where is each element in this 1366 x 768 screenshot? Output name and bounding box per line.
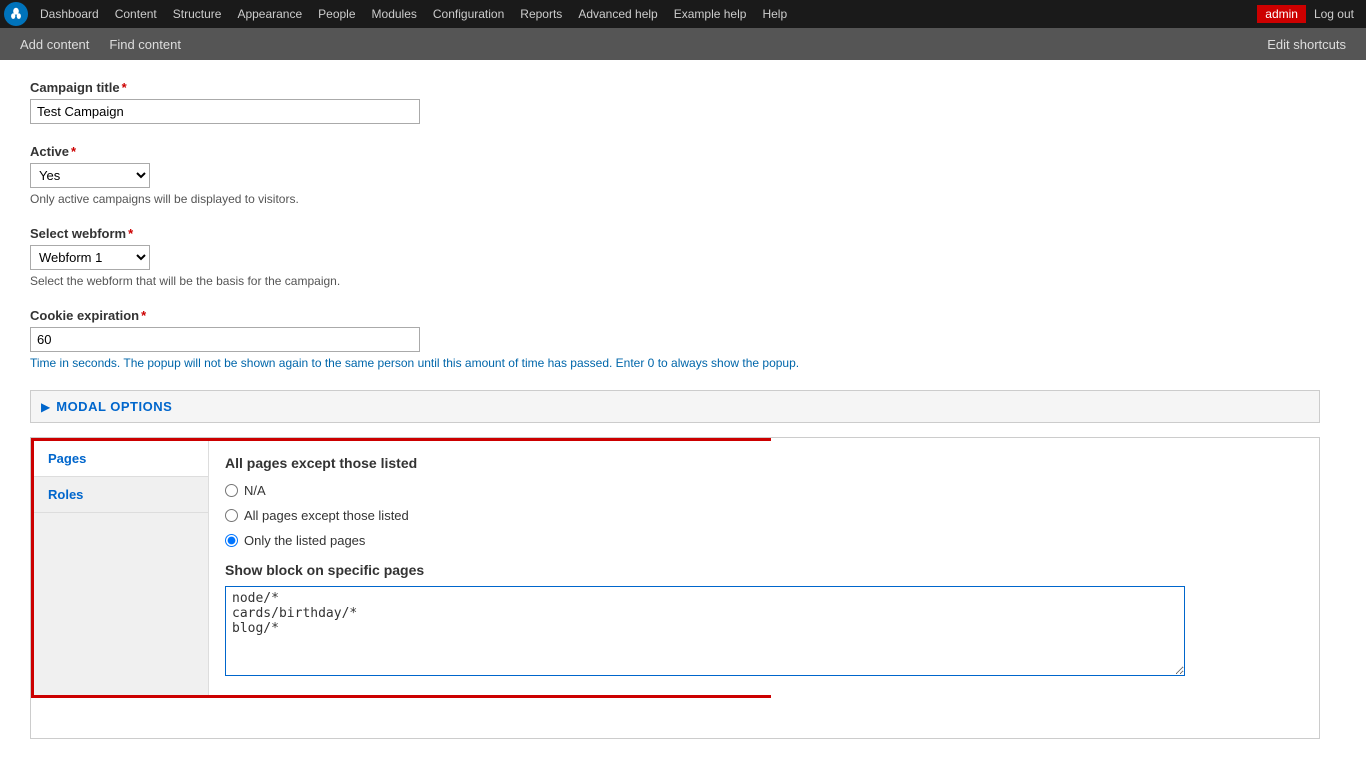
modal-options-title: MODAL OPTIONS <box>56 399 172 414</box>
panel-bottom-space <box>31 698 1319 738</box>
modal-options-header[interactable]: ▶ MODAL OPTIONS <box>31 391 1319 422</box>
campaign-title-group: Campaign title* <box>30 80 1320 124</box>
main-content: Campaign title* Active* Yes No Only acti… <box>0 60 1340 759</box>
radio-row-all-except: All pages except those listed <box>225 508 1185 523</box>
radio-only-listed-label: Only the listed pages <box>244 533 365 548</box>
admin-button[interactable]: admin <box>1257 5 1306 23</box>
nav-item-configuration[interactable]: Configuration <box>425 0 512 28</box>
panel-sidebar: Pages Roles <box>34 441 209 695</box>
nav-item-dashboard[interactable]: Dashboard <box>32 0 107 28</box>
pages-textarea[interactable]: node/* cards/birthday/* blog/* <box>225 586 1185 676</box>
add-content-link[interactable]: Add content <box>10 28 99 60</box>
webform-description: Select the webform that will be the basi… <box>30 274 1320 288</box>
show-block-title: Show block on specific pages <box>225 562 1185 578</box>
required-star-cookie: * <box>141 308 146 323</box>
nav-item-advanced-help[interactable]: Advanced help <box>570 0 665 28</box>
required-star-webform: * <box>128 226 133 241</box>
find-content-link[interactable]: Find content <box>99 28 191 60</box>
cookie-expiration-group: Cookie expiration* Time in seconds. The … <box>30 308 1320 370</box>
campaign-title-input[interactable] <box>30 99 420 124</box>
nav-item-example-help[interactable]: Example help <box>666 0 755 28</box>
nav-item-content[interactable]: Content <box>107 0 165 28</box>
nav-item-help[interactable]: Help <box>754 0 795 28</box>
cookie-expiration-label: Cookie expiration* <box>30 308 1320 323</box>
radio-na[interactable] <box>225 484 238 497</box>
site-logo[interactable] <box>4 2 28 26</box>
radio-row-na: N/A <box>225 483 1185 498</box>
webform-label: Select webform* <box>30 226 1320 241</box>
webform-group: Select webform* Webform 1 Webform 2 Sele… <box>30 226 1320 288</box>
webform-select[interactable]: Webform 1 Webform 2 <box>30 245 150 270</box>
required-star: * <box>122 80 127 95</box>
radio-na-label: N/A <box>244 483 266 498</box>
nav-item-reports[interactable]: Reports <box>512 0 570 28</box>
edit-shortcuts-link[interactable]: Edit shortcuts <box>1257 37 1356 52</box>
collapse-arrow-icon: ▶ <box>41 400 50 414</box>
active-group: Active* Yes No Only active campaigns wil… <box>30 144 1320 206</box>
campaign-title-label: Campaign title* <box>30 80 1320 95</box>
nav-item-modules[interactable]: Modules <box>364 0 425 28</box>
pages-radio-group: N/A All pages except those listed Only t… <box>225 483 1185 548</box>
nav-items-list: Dashboard Content Structure Appearance P… <box>32 0 1257 28</box>
modal-options-section: ▶ MODAL OPTIONS <box>30 390 1320 423</box>
required-star-active: * <box>71 144 76 159</box>
cookie-expiration-input[interactable] <box>30 327 420 352</box>
sidebar-item-pages[interactable]: Pages <box>34 441 208 477</box>
radio-only-listed[interactable] <box>225 534 238 547</box>
radio-row-only-listed: Only the listed pages <box>225 533 1185 548</box>
pages-section-title: All pages except those listed <box>225 455 1185 471</box>
nav-right-area: admin Log out <box>1257 5 1362 23</box>
nav-item-appearance[interactable]: Appearance <box>229 0 310 28</box>
radio-all-except[interactable] <box>225 509 238 522</box>
cookie-expiration-description: Time in seconds. The popup will not be s… <box>30 356 1320 370</box>
secondary-navigation: Add content Find content Edit shortcuts <box>0 28 1366 60</box>
nav-item-structure[interactable]: Structure <box>165 0 230 28</box>
top-navigation: Dashboard Content Structure Appearance P… <box>0 0 1366 28</box>
radio-all-except-label: All pages except those listed <box>244 508 409 523</box>
active-label: Active* <box>30 144 1320 159</box>
active-description: Only active campaigns will be displayed … <box>30 192 1320 206</box>
nav-item-people[interactable]: People <box>310 0 363 28</box>
sidebar-item-roles[interactable]: Roles <box>34 477 208 513</box>
active-select[interactable]: Yes No <box>30 163 150 188</box>
pages-roles-panel: Pages Roles All pages except those liste… <box>31 438 771 698</box>
panel-pages-content: All pages except those listed N/A All pa… <box>209 441 1201 695</box>
logout-button[interactable]: Log out <box>1306 5 1362 23</box>
